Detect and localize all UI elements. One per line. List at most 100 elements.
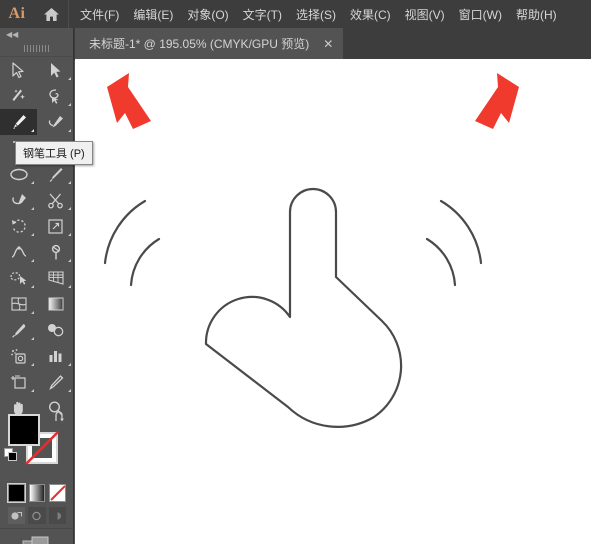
curvature-pen-icon [48,116,63,128]
panel-drag-handle[interactable] [0,41,73,57]
tool-group-corner [31,389,34,392]
menu-window[interactable]: 窗口(W) [452,2,509,27]
close-icon[interactable]: ✕ [323,38,333,50]
tool-group-corner [31,285,34,288]
direct-selection-tool[interactable] [37,57,74,83]
free-transform-tool[interactable] [37,239,74,265]
shape-builder-tool[interactable] [0,265,37,291]
paintbrush-icon [49,167,63,182]
symbol-sprayer-tool[interactable] [0,343,37,369]
mesh-tool[interactable] [0,291,37,317]
column-graph-icon [49,351,62,362]
document-tab[interactable]: 未标题-1* @ 195.05% (CMYK/GPU 预览) ✕ [75,28,344,59]
menu-edit[interactable]: 编辑(E) [126,2,180,27]
tool-group-corner [68,233,71,236]
scale-tool[interactable] [37,213,74,239]
document-tab-title: 未标题-1* @ 195.05% (CMYK/GPU 预览) [89,37,310,51]
annotation-arrow-right [475,73,519,129]
gradient-mode-button[interactable] [28,484,46,502]
tool-group-corner [31,337,34,340]
motion-arc-right-outer [439,199,483,265]
menu-view[interactable]: 视图(V) [398,2,452,27]
column-graph-tool[interactable] [37,343,74,369]
none-mode-button[interactable] [49,484,67,502]
shape-builder-icon [9,272,26,285]
collapse-panel-button[interactable]: ◀◀ [0,28,73,41]
menu-help[interactable]: 帮助(H) [509,2,564,27]
menu-type[interactable]: 文字(T) [236,2,289,27]
ellipse-icon [9,168,28,180]
home-glyph [43,7,59,21]
artboard-tool[interactable] [0,369,37,395]
tool-group-corner [68,389,71,392]
tool-tooltip: 钢笔工具 (P) [15,141,93,165]
tools-panel: ◀◀ [0,28,74,544]
lasso-tool[interactable] [37,83,74,109]
perspective-grid-tool[interactable] [37,265,74,291]
tool-group-corner [68,181,71,184]
hand-outline [204,187,403,428]
width-tool[interactable] [0,239,37,265]
slice-tool[interactable] [37,369,74,395]
eyedropper-icon [12,323,26,338]
width-icon [11,245,26,258]
selection-arrow-icon [12,61,24,78]
none-slash-small-icon [50,485,66,501]
default-fill-stroke-icon[interactable] [4,448,18,462]
tool-group-corner [31,207,34,210]
tool-group-corner [68,77,71,80]
color-mode-button[interactable] [7,483,26,503]
motion-arc-right-inner [425,237,457,287]
tool-group-corner [68,103,71,106]
screen-mode-glyph [22,536,49,544]
magic-wand-tool[interactable] [0,83,37,109]
motion-arc-left-outer [103,199,147,265]
tool-group-corner [68,259,71,262]
swap-fill-stroke-icon[interactable] [53,411,66,426]
menu-file[interactable]: 文件(F) [73,2,126,27]
color-mode-row [0,480,74,503]
eyedropper-tool[interactable] [0,317,37,343]
motion-arcs [103,199,483,287]
annotation-arrow-left [107,73,151,129]
shaper-icon [11,193,26,204]
lasso-icon [49,88,59,104]
motion-arc-left-inner [129,237,161,287]
tool-group-corner [31,129,34,132]
screen-mode-icon[interactable] [0,528,74,544]
menu-object[interactable]: 对象(O) [180,2,235,27]
perspective-grid-icon [47,271,64,285]
menu-effect[interactable]: 效果(C) [343,2,398,27]
tool-group-corner [31,259,34,262]
fill-swatch[interactable] [8,414,40,446]
document-canvas[interactable] [75,59,591,544]
pen-tool[interactable] [0,109,37,135]
app-logo: Ai [8,5,26,22]
home-icon[interactable] [34,7,68,22]
artboard-icon [10,375,26,389]
tool-group-corner [68,363,71,366]
rotate-tool[interactable] [0,213,37,239]
blend-tool[interactable] [37,317,74,343]
tool-group-corner [31,233,34,236]
hand-path [204,187,403,428]
draw-inside-button[interactable] [48,507,66,524]
menu-bar: Ai 文件(F) 编辑(E) 对象(O) 文字(T) 选择(S) 效果(C) 视… [0,0,591,29]
tool-group-corner [31,181,34,184]
menu-select[interactable]: 选择(S) [289,2,343,27]
gradient-icon [48,297,63,311]
tool-group-corner [68,285,71,288]
tool-group-corner [68,129,71,132]
curvature-tool[interactable] [37,109,74,135]
shaper-tool[interactable] [0,187,37,213]
gradient-tool[interactable] [37,291,74,317]
draw-normal-button[interactable] [8,507,26,524]
pen-nib-icon [12,115,26,129]
selection-tool[interactable] [0,57,37,83]
draw-behind-button[interactable] [28,507,46,524]
tool-grid [0,57,73,421]
color-controls [0,408,74,524]
tool-group-corner [31,363,34,366]
default-colors-glyph [4,448,17,461]
scissors-tool[interactable] [37,187,74,213]
